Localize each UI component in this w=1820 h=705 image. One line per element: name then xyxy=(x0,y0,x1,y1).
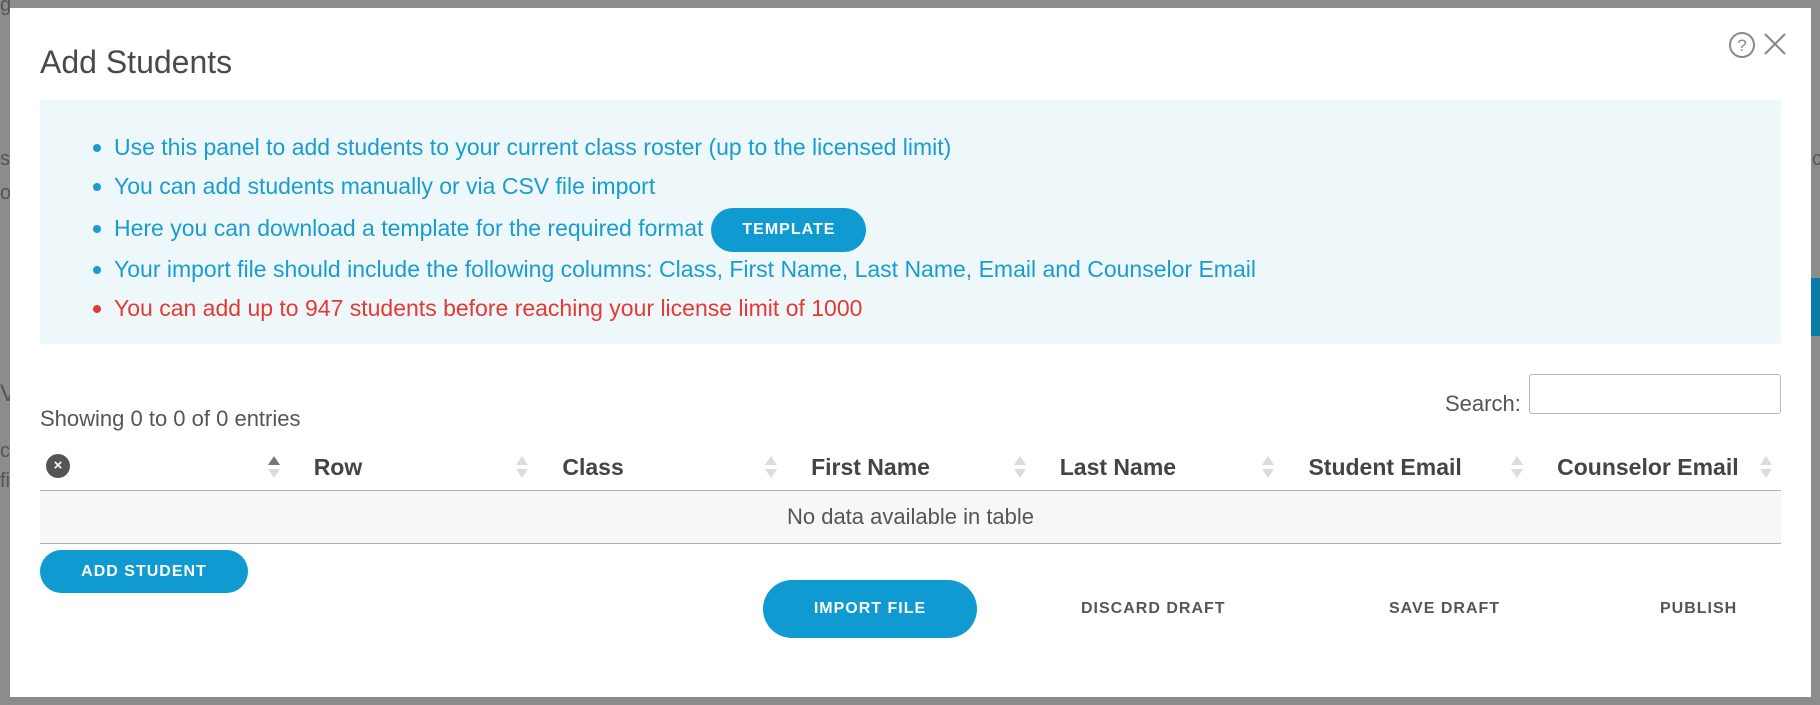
instruction-text: Here you can download a template for the… xyxy=(114,215,704,241)
instructions-panel: Use this panel to add students to your c… xyxy=(40,100,1781,344)
column-header-label: First Name xyxy=(811,454,930,480)
instruction-text: You can add up to 947 students before re… xyxy=(114,295,863,321)
column-header-class[interactable]: Class xyxy=(537,444,786,490)
background-text-fragment: c xyxy=(1812,148,1820,170)
sort-icon xyxy=(1511,456,1524,478)
publish-button[interactable]: PUBLISH xyxy=(1660,594,1737,624)
template-download-button[interactable]: TEMPLATE xyxy=(711,207,867,252)
instruction-item: Your import file should include the foll… xyxy=(93,250,1781,289)
background-text-fragment: c xyxy=(0,440,10,462)
column-header-label: Counselor Email xyxy=(1557,454,1739,480)
entries-info: Showing 0 to 0 of 0 entries xyxy=(40,406,301,431)
background-text-fragment: fi xyxy=(0,470,10,492)
add-student-button[interactable]: ADD STUDENT xyxy=(40,550,248,593)
column-header-row[interactable]: Row xyxy=(289,444,538,490)
add-students-modal: Add Students ? Use this panel to add stu… xyxy=(10,8,1811,697)
column-header-counselor-email[interactable]: Counselor Email xyxy=(1532,444,1781,490)
import-file-button[interactable]: IMPORT FILE xyxy=(763,580,977,638)
column-header-student-email[interactable]: Student Email xyxy=(1283,444,1532,490)
discard-draft-button[interactable]: DISCARD DRAFT xyxy=(1081,594,1226,624)
table-header: × Row Class First Name Last Name Student… xyxy=(40,444,1781,491)
column-header-label: Last Name xyxy=(1059,454,1177,480)
sort-icon xyxy=(765,456,778,478)
students-table: × Row Class First Name Last Name Student… xyxy=(40,444,1781,544)
column-header-first-name[interactable]: First Name xyxy=(786,444,1035,490)
clear-selection-icon[interactable]: × xyxy=(46,454,70,478)
sort-icon xyxy=(516,456,529,478)
instruction-text: Use this panel to add students to your c… xyxy=(114,134,952,160)
sort-icon xyxy=(1759,456,1772,478)
help-icon[interactable]: ? xyxy=(1729,32,1755,58)
sort-ascending-icon xyxy=(267,456,280,478)
column-header-label: Class xyxy=(562,454,624,480)
instruction-text: You can add students manually or via CSV… xyxy=(114,173,656,199)
instruction-item: Use this panel to add students to your c… xyxy=(93,128,1781,167)
instruction-text: Your import file should include the foll… xyxy=(114,256,1256,282)
column-header-last-name[interactable]: Last Name xyxy=(1035,444,1284,490)
sort-icon xyxy=(1262,456,1275,478)
close-icon[interactable] xyxy=(1761,30,1789,58)
save-draft-button[interactable]: SAVE DRAFT xyxy=(1389,594,1500,624)
background-text-fragment: s xyxy=(0,148,10,170)
license-limit-warning: You can add up to 947 students before re… xyxy=(93,289,1781,328)
instruction-item: Here you can download a template for the… xyxy=(93,206,1781,252)
instruction-item: You can add students manually or via CSV… xyxy=(93,167,1781,206)
search-label: Search: xyxy=(1445,391,1521,416)
column-header-label: Row xyxy=(313,454,363,480)
sort-icon xyxy=(1013,456,1026,478)
column-header-select[interactable]: × xyxy=(40,444,289,490)
column-header-label: Student Email xyxy=(1308,454,1462,480)
empty-table-row: No data available in table xyxy=(40,491,1781,544)
search-input[interactable] xyxy=(1529,374,1781,414)
modal-title: Add Students xyxy=(40,44,233,80)
